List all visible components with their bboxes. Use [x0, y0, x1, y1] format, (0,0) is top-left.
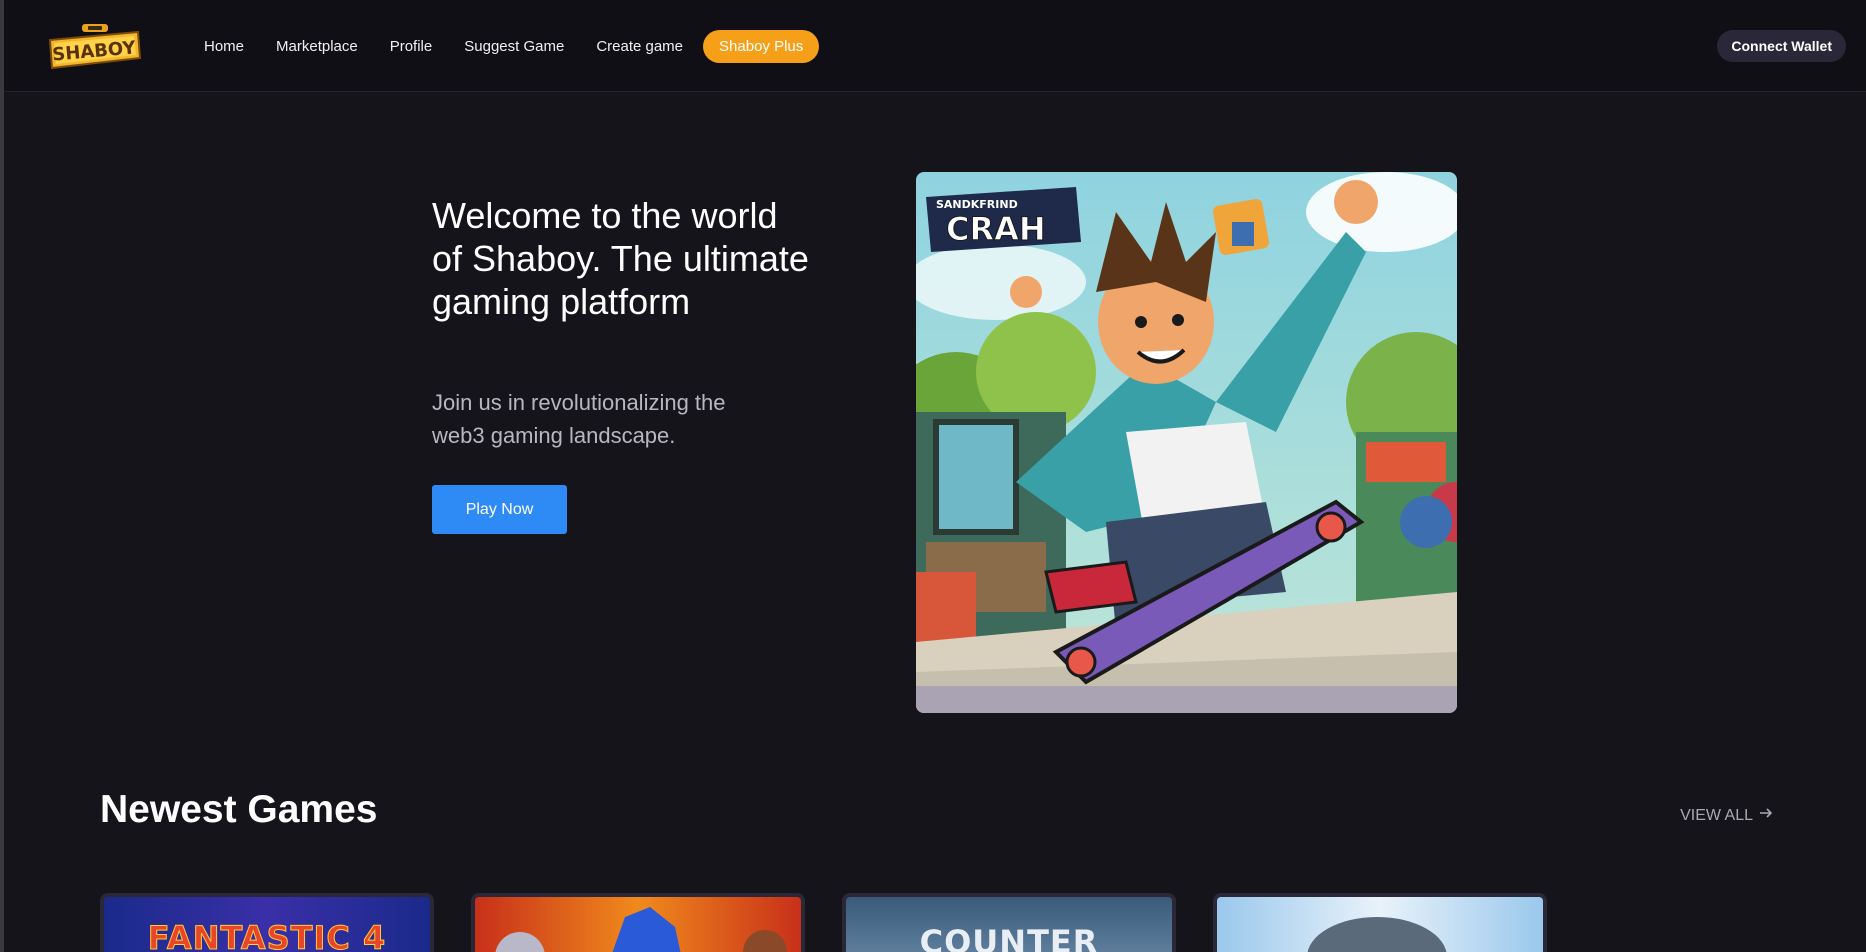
play-now-button[interactable]: Play Now — [432, 485, 567, 534]
game-card-icy[interactable] — [1213, 893, 1547, 952]
game-card-image: COUNTER — [846, 897, 1172, 952]
hero-image-caption: CRAH — [946, 210, 1046, 248]
game-card-image — [475, 897, 801, 952]
game-card-title: FANTASTIC 4 — [147, 919, 387, 952]
game-card-counter[interactable]: COUNTER — [842, 893, 1176, 952]
game-card-art — [1307, 917, 1447, 952]
nav-profile[interactable]: Profile — [374, 30, 449, 63]
game-card-image — [1217, 897, 1543, 952]
nav-marketplace[interactable]: Marketplace — [260, 30, 374, 63]
nav-suggest-game[interactable]: Suggest Game — [448, 30, 580, 63]
hero-illustration: SANDKFRIND CRAH — [916, 172, 1457, 713]
nav-create-game[interactable]: Create game — [580, 30, 699, 63]
view-all-link[interactable]: VIEW ALL — [1680, 806, 1773, 825]
nav-home[interactable]: Home — [188, 30, 260, 63]
shaboy-logo[interactable]: SHABOY — [46, 22, 144, 72]
arrow-right-icon — [1759, 806, 1773, 825]
newest-games-heading: Newest Games — [100, 788, 378, 831]
connect-wallet-button[interactable]: Connect Wallet — [1717, 30, 1846, 62]
game-card-fantastic-4[interactable]: FANTASTIC 4 — [100, 893, 434, 952]
main-nav: Home Marketplace Profile Suggest Game Cr… — [188, 30, 820, 63]
top-navbar: SHABOY Home Marketplace Profile Suggest … — [4, 0, 1866, 92]
hero-title: Welcome to the world of Shaboy. The ulti… — [432, 195, 809, 322]
game-card-sonic[interactable] — [471, 893, 805, 952]
hero-subtitle: Join us in revolutionalizing the web3 ga… — [432, 390, 726, 448]
newest-games-list: FANTASTIC 4 COUNTER — [100, 893, 1547, 952]
hero-image-skateboarder: SANDKFRIND CRAH — [916, 172, 1457, 713]
game-card-art — [495, 907, 787, 952]
shaboy-plus-button[interactable]: Shaboy Plus — [703, 30, 820, 63]
logo-graphic: SHABOY — [48, 24, 142, 70]
view-all-label: VIEW ALL — [1680, 806, 1753, 824]
game-card-title: COUNTER — [919, 923, 1099, 952]
game-card-image: FANTASTIC 4 — [104, 897, 430, 952]
window-edge — [0, 0, 4, 952]
